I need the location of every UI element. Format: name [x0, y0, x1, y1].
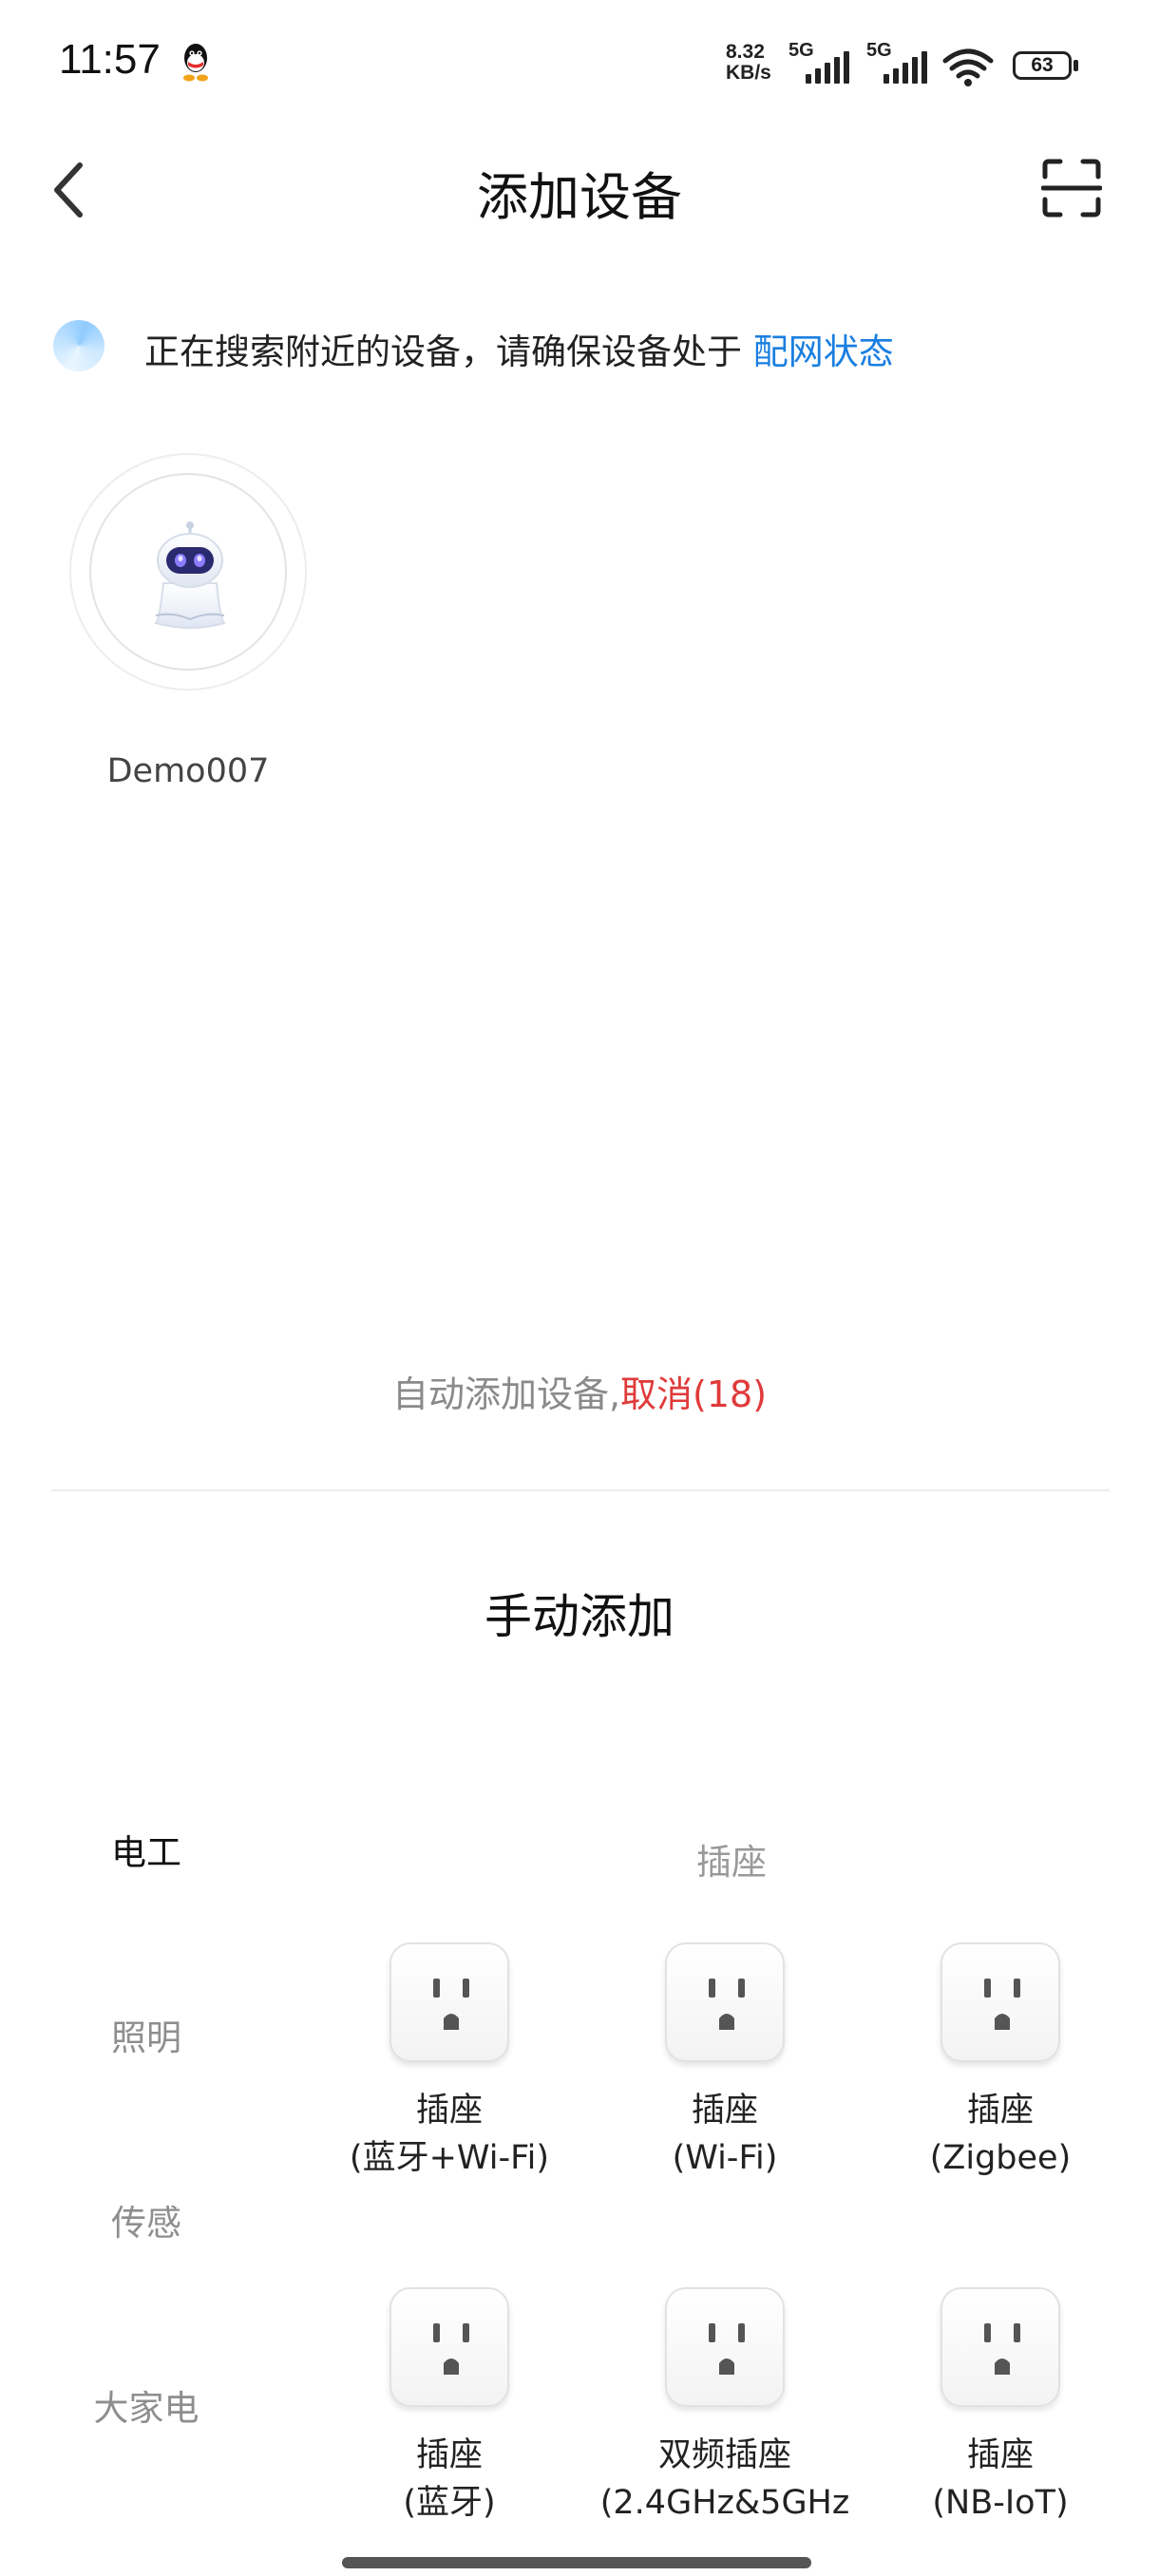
product-item[interactable]: 插座 (NB-IoT) [867, 2287, 1133, 2527]
product-name: 插座 (蓝牙) [403, 2436, 496, 2522]
discovered-device-name: Demo007 [106, 752, 270, 790]
auto-add-status: 自动添加设备,取消(18) [0, 1365, 1159, 1417]
product-name: 插座 (蓝牙+Wi-Fi) [349, 2092, 550, 2177]
auto-add-cancel-button[interactable]: 取消(18) [620, 1373, 767, 1415]
network-speed: 8.32 KB/s [726, 42, 771, 84]
product-item[interactable]: 插座 (蓝牙) [316, 2287, 582, 2527]
category-electrician[interactable]: 电工 [51, 1824, 241, 1875]
signal-icon: 5G [866, 40, 933, 84]
battery-level: 63 [1013, 51, 1072, 80]
page-title: 添加设备 [477, 167, 682, 227]
robot-icon [154, 521, 226, 629]
section-label-socket: 插座 [696, 1842, 767, 1883]
category-major-appliance[interactable]: 大家电 [51, 2379, 241, 2431]
search-orb-icon [53, 320, 104, 371]
battery-icon: 63 [1013, 51, 1081, 82]
product-name: 插座 (Zigbee) [929, 2092, 1072, 2177]
status-time: 11:57 [59, 36, 161, 83]
product-name: 插座 (NB-IoT) [932, 2436, 1069, 2522]
socket-icon [940, 2287, 1060, 2407]
product-name: 双频插座 (2.4GHz&5GHz [599, 2436, 850, 2522]
qq-icon [179, 42, 213, 84]
product-item[interactable]: 双频插座 (2.4GHz&5GHz [592, 2287, 858, 2527]
product-item[interactable]: 插座 (蓝牙+Wi-Fi) [316, 1942, 582, 2182]
socket-icon [390, 1942, 509, 2062]
scan-icon [1040, 159, 1103, 218]
search-status: 正在搜索附近的设备，请确保设备处于 配网状态 [144, 323, 894, 374]
wifi-icon [942, 47, 994, 87]
home-indicator[interactable] [342, 2557, 811, 2568]
product-item[interactable]: 插座 (Zigbee) [867, 1942, 1133, 2182]
auto-add-text: 自动添加设备, [391, 1373, 621, 1415]
pairing-mode-link[interactable]: 配网状态 [753, 331, 894, 372]
network-speed-value: 8.32 [726, 41, 765, 63]
socket-icon [665, 2287, 785, 2407]
network-speed-unit: KB/s [726, 62, 771, 84]
category-lighting[interactable]: 照明 [51, 2009, 241, 2060]
scan-button[interactable] [1040, 158, 1103, 218]
socket-icon [940, 1942, 1060, 2062]
search-status-text: 正在搜索附近的设备，请确保设备处于 [144, 331, 753, 372]
manual-add-title: 手动添加 [484, 1589, 674, 1644]
socket-icon [390, 2287, 509, 2407]
product-name: 插座 (Wi-Fi) [672, 2092, 778, 2177]
discovered-device[interactable] [69, 453, 307, 691]
product-item[interactable]: 插座 (Wi-Fi) [592, 1942, 858, 2182]
divider [51, 1489, 1110, 1491]
socket-icon [665, 1942, 785, 2062]
category-sensor[interactable]: 传感 [51, 2194, 241, 2245]
signal-icon: 5G [788, 40, 855, 84]
